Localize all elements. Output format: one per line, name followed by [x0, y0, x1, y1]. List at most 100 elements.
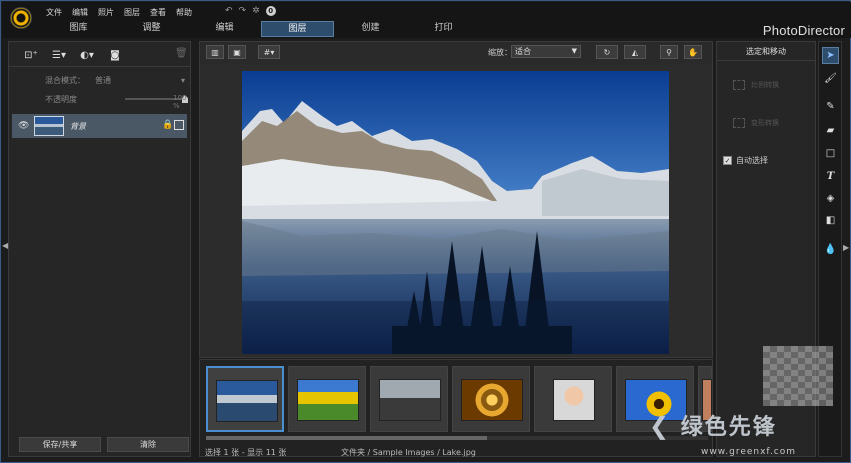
collapse-right-icon[interactable]: ▶ [843, 243, 849, 252]
selection-status: 选择 1 张 - 显示 11 张 [205, 447, 287, 457]
watermark-logo: ❮ 绿色先锋 [649, 409, 777, 441]
auto-select-label: 自动选择 [736, 156, 768, 165]
filmstrip-item-city[interactable] [370, 366, 448, 432]
layer-name[interactable]: 背景 [70, 121, 86, 132]
undo-icon[interactable]: ↶ [225, 6, 233, 16]
layer-panel: ⊡⁺ ☰▾ ◐▾ ◙ 🗑 混合模式： 普通 ▾ 不透明度 100 % 👁 背景 … [8, 41, 191, 457]
scale-transform-option: 比例转换 [733, 80, 779, 90]
delete-layer-icon[interactable]: 🗑 [175, 48, 188, 59]
thumb-city [379, 379, 441, 421]
select-arrow-icon[interactable]: ➤ [822, 47, 839, 64]
auto-select-checkbox[interactable]: ✓ [723, 156, 732, 165]
drop-icon[interactable]: 💧 [822, 241, 839, 258]
layer-toolbar: ⊡⁺ ☰▾ ◐▾ ◙ [23, 48, 123, 62]
blend-mode-row: 混合模式： 普通 ▾ [45, 75, 185, 86]
filmstrip [199, 359, 713, 457]
image-view-icon[interactable]: ▣ [228, 45, 246, 59]
menu-bar: 文件 编辑 照片 图层 查看 帮助 [46, 6, 192, 18]
menu-file[interactable]: 文件 [46, 7, 62, 18]
settings-icon[interactable]: ✲ [252, 6, 260, 16]
filmstrip-scrollbar[interactable] [206, 436, 708, 440]
clear-button[interactable]: 清除 [107, 437, 189, 452]
tab-adjust[interactable]: 调整 [115, 21, 188, 37]
tab-create[interactable]: 创建 [334, 21, 407, 37]
zoom-value: 适合 [515, 47, 531, 56]
tab-print[interactable]: 打印 [407, 21, 480, 37]
status-bar: 选择 1 张 - 显示 11 张 文件夹 / Sample Images / L… [205, 446, 705, 458]
zoom-tool-icon[interactable]: ⚲ [660, 45, 678, 59]
auto-select-row: ✓ 自动选择 [723, 155, 768, 166]
thumb-woman [553, 379, 595, 421]
brush-icon[interactable]: ✎ [822, 98, 839, 115]
grid-icon[interactable]: #▾ [258, 45, 280, 59]
info-icon[interactable]: 0 [265, 6, 276, 16]
opacity-label: 不透明度 [45, 95, 77, 104]
layer-properties-icon[interactable] [174, 120, 184, 130]
filmstrip-item-spiral[interactable] [452, 366, 530, 432]
lake-photo [242, 71, 669, 354]
file-path: 文件夹 / Sample Images / Lake.jpg [341, 447, 476, 457]
canvas-area[interactable] [200, 64, 712, 357]
opacity-row: 不透明度 100 % [45, 94, 188, 110]
scale-transform-label: 比例转换 [751, 81, 779, 89]
redo-icon[interactable]: ↷ [239, 6, 247, 16]
lock-icon[interactable]: 🔒 [162, 120, 173, 130]
layer-row[interactable]: 👁 背景 🔒 [12, 114, 187, 138]
paint-icon[interactable]: 🖌 [822, 70, 839, 87]
filmstrip-item-lake[interactable] [206, 366, 284, 432]
watermark-url: www.greenxf.com [701, 447, 797, 457]
app-window: 文件 编辑 照片 图层 查看 帮助 ↶ ↷ ✲ 0 图库 调整 编辑 图层 创建… [0, 0, 851, 463]
collapse-left-icon[interactable]: ◀ [2, 241, 8, 250]
watermark-pixel-block [763, 346, 833, 406]
save-share-button[interactable]: 保存/共享 [19, 437, 101, 452]
fill-icon[interactable]: ◈ [822, 190, 839, 207]
thumb-flowers [297, 379, 359, 421]
menu-photo[interactable]: 照片 [98, 7, 114, 18]
hand-tool-icon[interactable]: ✋ [684, 45, 702, 59]
blend-mode-label: 混合模式： [45, 76, 85, 85]
view-toolbar: ▥ ▣ #▾ [206, 45, 280, 59]
tab-library[interactable]: 图库 [42, 21, 115, 37]
canvas-panel: ▥ ▣ #▾ 缩放： 适合 ▼ ↻ ◭ ⚲ ✋ [199, 41, 713, 358]
filmstrip-scroll-thumb[interactable] [206, 436, 487, 440]
app-logo-icon[interactable] [10, 7, 32, 29]
tab-layers[interactable]: 图层 [261, 21, 334, 37]
warp-icon [733, 118, 745, 128]
title-bar: 文件 编辑 照片 图层 查看 帮助 ↶ ↷ ✲ 0 图库 调整 编辑 图层 创建… [2, 2, 851, 38]
menu-layer[interactable]: 图层 [124, 7, 140, 18]
adjust-layer-icon[interactable]: ◐▾ [79, 48, 95, 62]
rotate-icon[interactable]: ↻ [596, 45, 618, 59]
watermark-chevron-icon: ❮ [649, 412, 672, 440]
warp-transform-option: 变形转换 [733, 118, 779, 128]
visibility-eye-icon[interactable]: 👁 [18, 121, 29, 131]
rectangle-icon[interactable]: □ [822, 145, 839, 162]
history-controls: ↶ ↷ ✲ 0 [225, 6, 276, 16]
histogram-icon[interactable]: ▥ [206, 45, 224, 59]
gradient-icon[interactable]: ◧ [822, 212, 839, 229]
panel-title: 选定和移动 [746, 47, 786, 56]
filmstrip-item-flowers[interactable] [288, 366, 366, 432]
add-layer-icon[interactable]: ⊡⁺ [23, 48, 39, 62]
menu-view[interactable]: 查看 [150, 7, 166, 18]
menu-edit[interactable]: 编辑 [72, 7, 88, 18]
warp-transform-label: 变形转换 [751, 119, 779, 127]
chevron-down-icon[interactable]: ▾ [181, 76, 185, 85]
tab-edit[interactable]: 编辑 [188, 21, 261, 37]
blend-mode-select[interactable]: 普通 [95, 75, 171, 86]
main-photo[interactable] [242, 71, 669, 354]
divider [9, 66, 190, 67]
canvas-toolbar-right: ↻ ◭ ⚲ ✋ [596, 45, 702, 59]
eraser-icon[interactable]: ▰ [822, 122, 839, 139]
watermark-text: 绿色先锋 [680, 415, 777, 440]
menu-help[interactable]: 帮助 [176, 7, 192, 18]
layer-menu-icon[interactable]: ☰▾ [51, 48, 67, 62]
thumb-spiral [461, 379, 523, 421]
filmstrip-item-woman[interactable] [534, 366, 612, 432]
flip-icon[interactable]: ◭ [624, 45, 646, 59]
divider [717, 60, 815, 61]
thumb-lake [216, 380, 278, 422]
zoom-select[interactable]: 适合 ▼ [511, 45, 581, 58]
text-icon[interactable]: T [822, 168, 839, 185]
mask-icon[interactable]: ◙ [107, 48, 123, 62]
scale-icon [733, 80, 745, 90]
